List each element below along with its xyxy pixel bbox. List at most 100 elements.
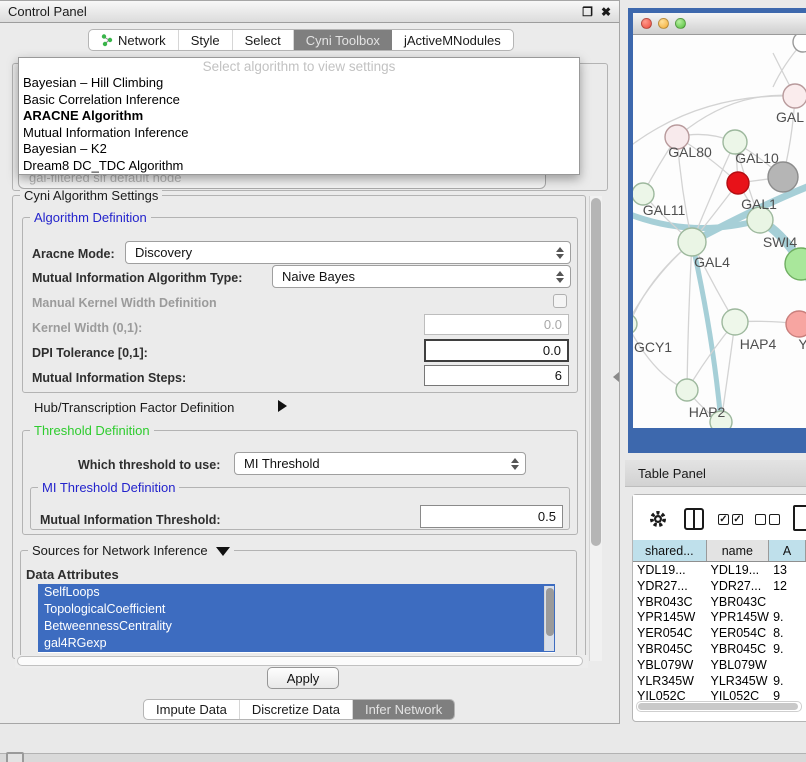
mi-threshold-field[interactable]: 0.5 [420,505,563,528]
network-canvas[interactable]: GALGAL80GAL10GAL1GAL11GAL4SWI4GCY1HAP4YH… [633,35,806,428]
minimize-traffic-light-icon[interactable] [658,18,669,29]
algorithm-option-dream8-dc-tdc-algorithm[interactable]: Dream8 DC_TDC Algorithm [19,158,579,175]
algorithm-option-aracne-algorithm[interactable]: ARACNE Algorithm [19,108,579,125]
manual-kernel-checkbox[interactable] [553,294,567,308]
network-node-label: GAL11 [643,202,686,218]
table-cell: 8. [769,626,806,642]
unchecked-box-icon[interactable] [769,514,780,525]
network-node[interactable] [633,314,637,334]
network-node[interactable] [676,379,698,401]
unchecked-box-icon[interactable] [755,514,766,525]
close-panel-icon[interactable]: ✖ [601,5,611,19]
document-icon[interactable] [793,505,806,531]
tab-cyni-toolbox[interactable]: Cyni Toolbox [294,30,392,50]
table-cell: YBR045C [633,642,707,658]
algorithm-dropdown-popup: Select algorithm to view settings Bayesi… [18,57,580,175]
tab-style[interactable]: Style [179,30,233,50]
network-node[interactable] [727,172,749,194]
float-panel-icon[interactable]: ❐ [582,5,593,19]
zoom-traffic-light-icon[interactable] [675,18,686,29]
tab-jactivemnodules[interactable]: jActiveMNodules [392,30,513,50]
tab-select[interactable]: Select [233,30,294,50]
apply-button[interactable]: Apply [267,667,339,689]
control-panel-window: Control Panel ❐ ✖ NetworkStyleSelectCyni… [0,0,620,724]
table-toolbar: ✓ ✓ [633,495,806,539]
hub-definition-toggle[interactable]: Hub/Transcription Factor Definition [34,400,234,415]
network-edge[interactable] [633,242,692,324]
table-row[interactable]: YDR27...YDR27...12 [633,579,806,595]
split-pane-handle-icon[interactable] [613,372,619,382]
table-horizontal-scrollbar[interactable] [636,701,802,712]
infer-tabbar: Impute DataDiscretize DataInfer Network [143,699,455,720]
table-row[interactable]: YBL079WYBL079W [633,658,806,674]
table-row[interactable]: YLR345WYLR345W9. [633,674,806,690]
mi-threshold-value: 0.5 [538,509,556,524]
network-edge[interactable] [633,96,795,155]
table-horizontal-scrollbar-thumb[interactable] [638,703,798,710]
dpi-tolerance-field[interactable]: 0.0 [424,339,569,362]
attribute-list-scrollbar[interactable] [544,586,554,651]
tab-impute-data[interactable]: Impute Data [144,700,240,719]
network-node-label: HAP4 [740,336,777,352]
network-node[interactable] [783,84,806,108]
column-header-shared[interactable]: shared... [633,540,707,561]
dpi-tolerance-label: DPI Tolerance [0,1]: [32,346,148,360]
sources-group-title[interactable]: Sources for Network Inference [28,543,234,558]
network-edge[interactable] [633,324,687,390]
data-attributes-list[interactable]: SelfLoopsTopologicalCoefficientBetweenne… [38,584,555,653]
settings-horizontal-scrollbar-thumb[interactable] [17,656,583,666]
kernel-width-value: 0.0 [544,317,562,332]
column-layout-icon[interactable] [684,508,704,530]
checked-box-icon[interactable]: ✓ [718,514,729,525]
attribute-item-selfloops[interactable]: SelfLoops [38,584,555,601]
checked-box-icon[interactable]: ✓ [732,514,743,525]
control-panel-tabbar: NetworkStyleSelectCyni ToolboxjActiveMNo… [88,29,514,51]
attribute-item-betweennesscentrality[interactable]: BetweennessCentrality [38,618,555,635]
table-row[interactable]: YBR043CYBR043C [633,595,806,611]
network-node[interactable] [722,309,748,335]
network-edge[interactable] [687,242,692,390]
table-row[interactable]: YER054CYER054C8. [633,626,806,642]
algorithm-option-basic-correlation-inference[interactable]: Basic Correlation Inference [19,92,579,109]
collapsed-panel-icon[interactable] [6,752,24,762]
table-cell: YBR043C [633,595,707,611]
tab-discretize-data[interactable]: Discretize Data [240,700,353,719]
network-node[interactable] [786,311,806,337]
mi-type-combo[interactable]: Naive Bayes [272,265,571,288]
table-cell: 13 [769,563,806,579]
table-row[interactable]: YPR145WYPR145W9. [633,610,806,626]
settings-vertical-scrollbar[interactable] [589,196,602,661]
table-cell: YBR043C [707,595,770,611]
column-header-name[interactable]: name [707,540,770,561]
network-node[interactable] [785,248,806,280]
aracne-mode-label: Aracne Mode: [32,247,115,261]
attribute-item-gal4rgexp[interactable]: gal4RGexp [38,635,555,652]
aracne-mode-combo[interactable]: Discovery [125,241,571,264]
collapsed-arrow-icon[interactable] [278,400,287,412]
algorithm-option-mutual-information-inference[interactable]: Mutual Information Inference [19,125,579,142]
network-node[interactable] [793,35,806,52]
tab-network[interactable]: Network [89,30,179,50]
column-header-a[interactable]: A [769,540,806,561]
table-row[interactable]: YBR045CYBR045C9. [633,642,806,658]
aracne-mode-value: Discovery [135,245,192,260]
tab-infer-network[interactable]: Infer Network [353,700,454,719]
table-row[interactable]: YDL19...YDL19...13 [633,563,806,579]
attribute-item-topologicalcoefficient[interactable]: TopologicalCoefficient [38,601,555,618]
table-cell: YLR345W [707,674,770,690]
table-panel-title: Table Panel [638,466,706,481]
network-node[interactable] [678,228,706,256]
close-traffic-light-icon[interactable] [641,18,652,29]
kernel-width-field[interactable]: 0.0 [424,314,569,335]
mi-steps-field[interactable]: 6 [424,365,569,386]
settings-vertical-scrollbar-thumb[interactable] [591,198,601,546]
table-cell: YBL079W [707,658,770,674]
algorithm-option-bayesian-hill-climbing[interactable]: Bayesian – Hill Climbing [19,75,579,92]
expanded-arrow-icon[interactable] [216,547,230,556]
settings-gear-icon[interactable] [648,509,668,529]
mi-steps-label: Mutual Information Steps: [32,371,186,385]
which-threshold-combo[interactable]: MI Threshold [234,452,526,475]
algorithm-option-bayesian-k2[interactable]: Bayesian – K2 [19,141,579,158]
network-node[interactable] [768,162,798,192]
attribute-list-scrollbar-thumb[interactable] [546,588,554,636]
